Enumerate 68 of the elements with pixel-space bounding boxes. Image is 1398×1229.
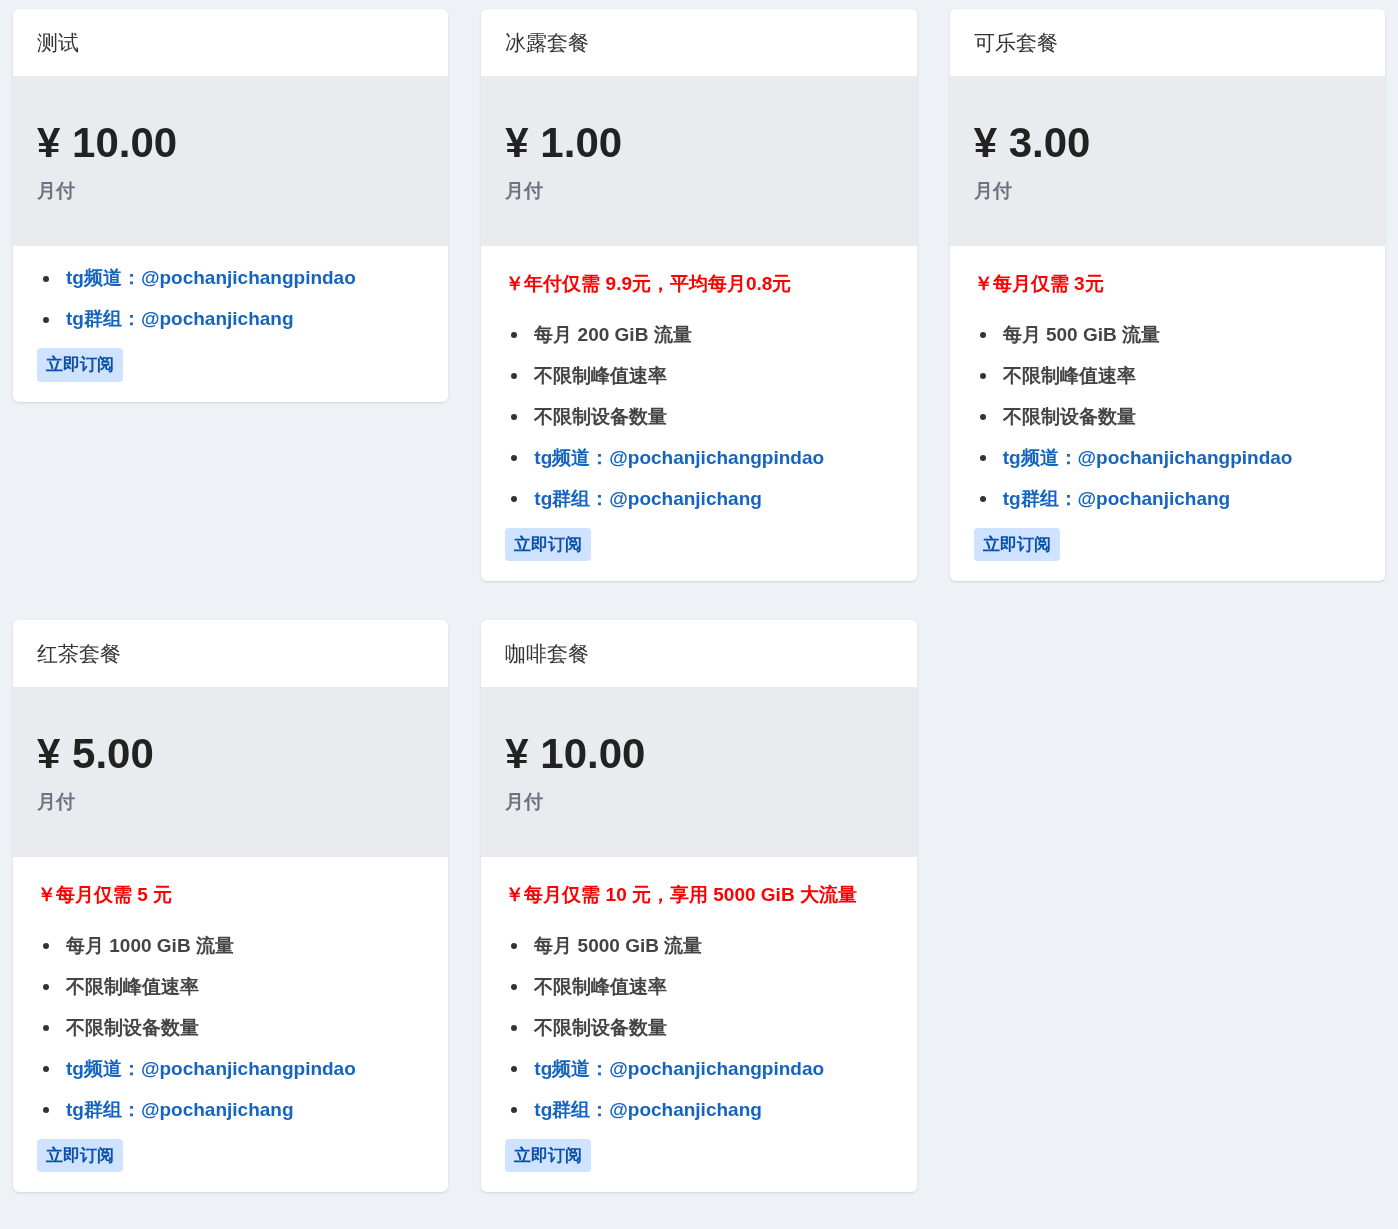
feature-text: 不限制峰值速率 bbox=[534, 363, 668, 388]
subscribe-button[interactable]: 立即订阅 bbox=[973, 527, 1060, 561]
billing-period: 月付 bbox=[37, 179, 76, 203]
feature-text: 不限制峰值速率 bbox=[1002, 363, 1136, 388]
billing-period: 月付 bbox=[973, 179, 1013, 203]
promo-text: ￥每月仅需 5 元 bbox=[37, 884, 173, 905]
link[interactable]: tg群组：@pochanjichang bbox=[66, 1095, 294, 1125]
bullet-icon bbox=[979, 373, 986, 379]
link[interactable]: tg频道：@pochanjichangpindao bbox=[66, 264, 356, 293]
feature-text: 不限制设备数量 bbox=[534, 404, 668, 429]
bullet-icon bbox=[511, 1025, 518, 1031]
link[interactable]: tg群组：@pochanjichang bbox=[534, 484, 762, 514]
subscribe-button[interactable]: 立即订阅 bbox=[37, 348, 123, 382]
link[interactable]: tg群组：@pochanjichang bbox=[66, 305, 294, 334]
bullet-icon bbox=[511, 373, 518, 379]
bullet-icon bbox=[43, 1107, 49, 1113]
plan-title: 测试 bbox=[37, 29, 79, 56]
bullet-icon bbox=[511, 332, 518, 338]
bullet-icon bbox=[979, 496, 986, 502]
bullet-icon bbox=[511, 455, 518, 461]
promo-text: ￥年付仅需 9.9元，平均每月0.8元 bbox=[505, 273, 792, 294]
subscribe-button[interactable]: 立即订阅 bbox=[505, 527, 592, 561]
price: ¥ 3.00 bbox=[973, 117, 1092, 168]
bullet-icon bbox=[43, 275, 49, 282]
feature-text: 不限制峰值速率 bbox=[534, 974, 668, 999]
feature-text: 不限制峰值速率 bbox=[66, 974, 199, 999]
bullet-icon bbox=[43, 316, 49, 323]
bullet-icon bbox=[43, 1025, 49, 1031]
plan-title: 咖啡套餐 bbox=[505, 640, 590, 667]
bullet-icon bbox=[511, 984, 518, 990]
bullet-icon bbox=[511, 496, 518, 502]
plan-title: 可乐套餐 bbox=[973, 29, 1058, 56]
feature-text: 不限制设备数量 bbox=[534, 1015, 668, 1040]
bullet-icon bbox=[979, 455, 986, 461]
price: ¥ 10.00 bbox=[37, 117, 179, 168]
bullet-icon bbox=[43, 943, 49, 949]
bullet-icon bbox=[43, 1066, 49, 1072]
plan-title: 冰露套餐 bbox=[505, 29, 590, 56]
plan-title: 红茶套餐 bbox=[37, 640, 121, 667]
price: ¥ 10.00 bbox=[505, 728, 647, 779]
bullet-icon bbox=[979, 332, 986, 338]
billing-period: 月付 bbox=[505, 179, 545, 203]
bullet-icon bbox=[511, 943, 518, 949]
feature-text: 每月 200 GiB 流量 bbox=[534, 322, 692, 347]
feature-text: 不限制设备数量 bbox=[66, 1015, 199, 1040]
billing-period: 月付 bbox=[37, 790, 76, 814]
bullet-icon bbox=[979, 414, 986, 420]
bullet-icon bbox=[511, 1066, 518, 1072]
subscribe-button[interactable]: 立即订阅 bbox=[37, 1138, 123, 1172]
link[interactable]: tg群组：@pochanjichang bbox=[1002, 484, 1231, 514]
link[interactable]: tg群组：@pochanjichang bbox=[534, 1095, 762, 1125]
feature-text: 每月 500 GiB 流量 bbox=[1002, 322, 1160, 347]
link[interactable]: tg频道：@pochanjichangpindao bbox=[66, 1054, 356, 1084]
bullet-icon bbox=[511, 414, 518, 420]
feature-text: 每月 1000 GiB 流量 bbox=[66, 933, 234, 958]
bullet-icon bbox=[43, 984, 49, 990]
feature-text: 不限制设备数量 bbox=[1002, 404, 1136, 429]
promo-text: ￥每月仅需 3元 bbox=[973, 273, 1104, 294]
link[interactable]: tg频道：@pochanjichangpindao bbox=[534, 443, 825, 473]
price: ¥ 1.00 bbox=[505, 117, 624, 168]
subscribe-button[interactable]: 立即订阅 bbox=[505, 1138, 592, 1172]
link[interactable]: tg频道：@pochanjichangpindao bbox=[1002, 443, 1293, 473]
price: ¥ 5.00 bbox=[37, 728, 155, 779]
promo-text: ￥每月仅需 10 元，享用 5000 GiB 大流量 bbox=[505, 884, 857, 905]
billing-period: 月付 bbox=[505, 790, 545, 814]
bullet-icon bbox=[511, 1107, 518, 1113]
feature-text: 每月 5000 GiB 流量 bbox=[534, 933, 703, 958]
link[interactable]: tg频道：@pochanjichangpindao bbox=[534, 1054, 825, 1084]
